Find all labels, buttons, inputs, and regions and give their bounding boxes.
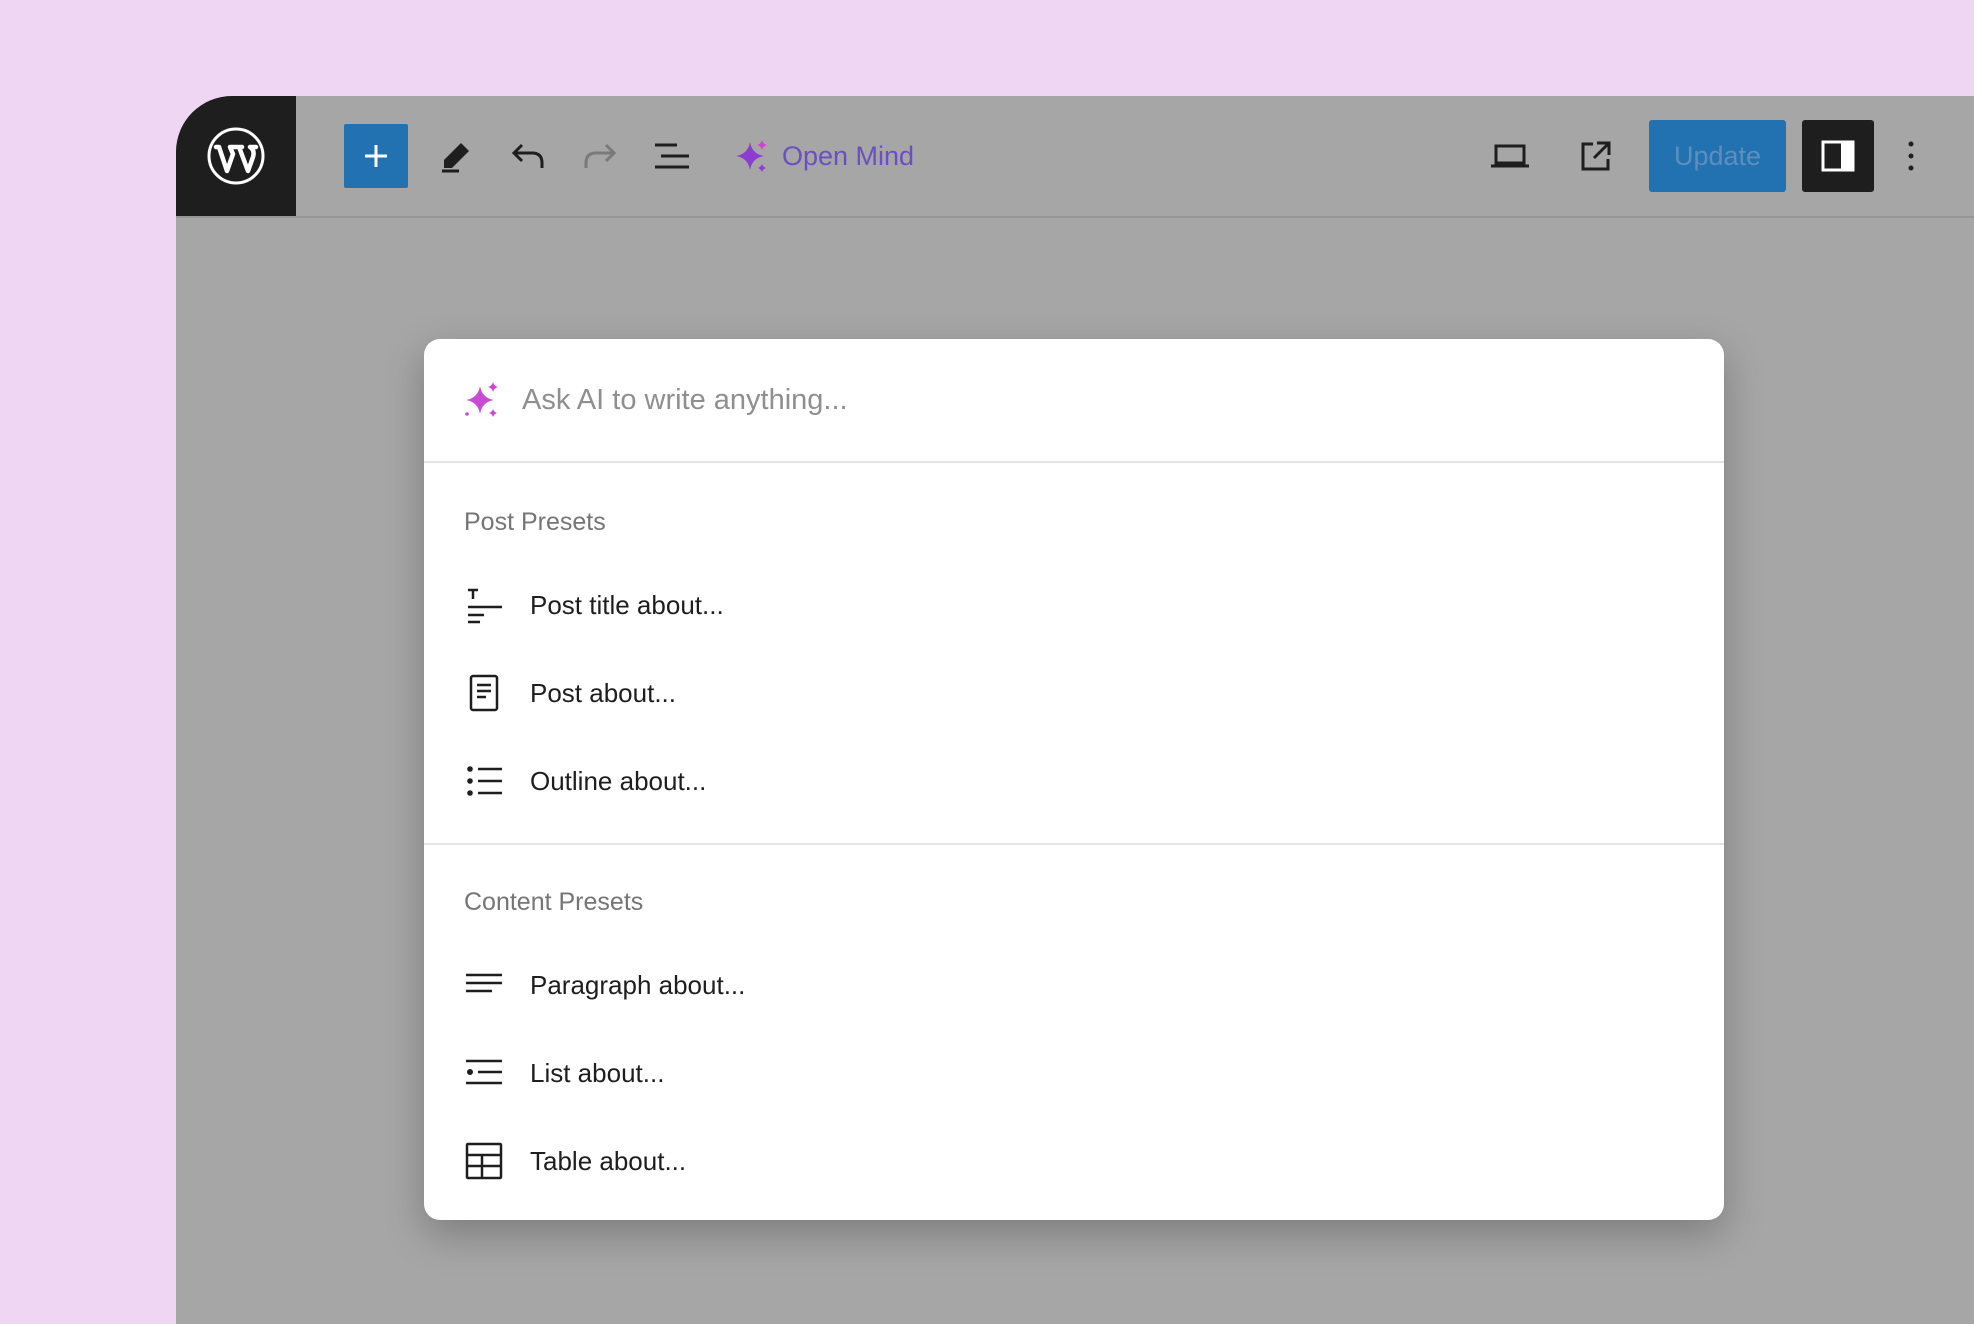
preset-label: Paragraph about... [530, 969, 746, 1000]
tools-button[interactable] [432, 132, 480, 180]
wordpress-icon [207, 127, 265, 185]
more-vertical-icon [1908, 141, 1914, 171]
preset-post-title[interactable]: Post title about... [424, 561, 1724, 649]
content-presets-section: Content Presets Paragraph about... List … [424, 843, 1724, 1220]
preview-button[interactable] [1486, 132, 1534, 180]
section-title: Post Presets [464, 508, 606, 536]
plus-icon [365, 145, 387, 167]
post-presets-section: Post Presets Post title about... Post ab… [424, 463, 1724, 843]
view-post-button[interactable] [1572, 132, 1620, 180]
table-icon [465, 1142, 503, 1180]
undo-icon [511, 143, 544, 168]
update-button[interactable]: Update [1649, 120, 1786, 192]
paragraph-icon [466, 973, 502, 993]
preset-paragraph[interactable]: Paragraph about... [424, 941, 1724, 1029]
preset-label: Table about... [530, 1145, 687, 1176]
list-view-icon [655, 143, 689, 169]
preset-label: Post about... [530, 677, 676, 708]
external-link-icon [1581, 141, 1611, 171]
preset-list[interactable]: List about... [424, 1029, 1724, 1117]
preset-post[interactable]: Post about... [424, 649, 1724, 737]
list-view-button[interactable] [648, 132, 696, 180]
ai-prompt-dialog: Post Presets Post title about... Post [424, 339, 1724, 1220]
document-icon [469, 674, 499, 712]
laptop-icon [1491, 144, 1529, 168]
editor-toolbar: Open Mind Update [176, 96, 1974, 218]
redo-button[interactable] [576, 132, 624, 180]
ai-search-row [424, 339, 1724, 463]
section-title: Content Presets [464, 888, 644, 916]
open-mind-brand[interactable]: Open Mind [734, 126, 914, 186]
ai-prompt-input[interactable] [520, 382, 1624, 418]
sidebar-icon [1821, 140, 1855, 172]
brand-label: Open Mind [782, 140, 915, 171]
redo-icon [584, 143, 617, 168]
preset-label: Outline about... [530, 765, 707, 796]
pencil-icon [442, 143, 469, 173]
preset-label: List about... [530, 1057, 665, 1088]
undo-button[interactable] [504, 132, 552, 180]
preset-table[interactable]: Table about... [424, 1117, 1724, 1205]
preset-outline[interactable]: Outline about... [424, 737, 1724, 825]
preset-label: Post title about... [530, 589, 724, 620]
options-button[interactable] [1895, 132, 1927, 180]
bullet-list-icon [467, 766, 502, 796]
editor-window: Open Mind Update Ask AI to write anythin… [176, 96, 1974, 1324]
settings-button[interactable] [1802, 120, 1874, 192]
wordpress-logo[interactable] [176, 96, 296, 216]
sparkle-icon [465, 382, 498, 417]
title-icon [468, 588, 502, 624]
add-block-button[interactable] [344, 124, 408, 188]
list-icon [466, 1059, 502, 1085]
sparkle-icon [736, 140, 767, 172]
